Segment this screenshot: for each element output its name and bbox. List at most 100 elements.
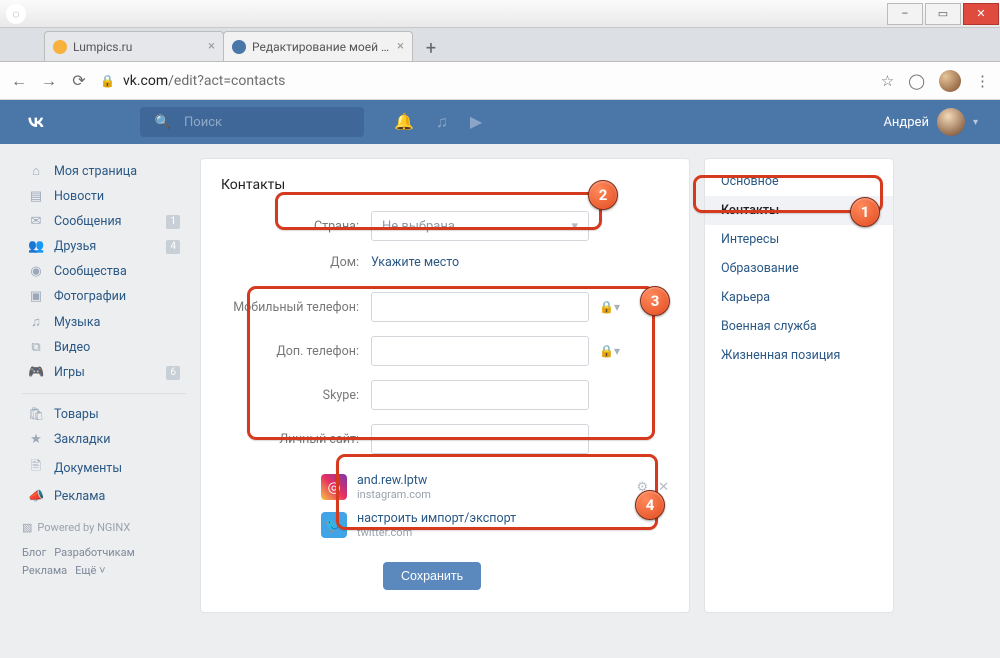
nav-video[interactable]: ⧉Видео (22, 335, 186, 360)
contacts-form-card: Контакты Страна: Не выбрана ▾ Дом: Укажи… (200, 158, 690, 613)
skype-input[interactable] (371, 380, 589, 410)
games-icon: 🎮 (28, 365, 44, 380)
website-input[interactable] (371, 424, 589, 454)
favicon-vk (232, 40, 246, 54)
messages-icon: ✉ (28, 214, 44, 229)
nav-games[interactable]: 🎮Игры6 (22, 360, 186, 385)
altphone-input[interactable] (371, 336, 589, 366)
nav-bookmarks[interactable]: ★Закладки (22, 427, 186, 452)
extension-icon[interactable]: ◯ (908, 72, 925, 90)
vk-search-box[interactable]: 🔍 Поиск (140, 107, 364, 137)
mobile-input[interactable] (371, 292, 589, 322)
new-tab-button[interactable]: + (418, 35, 444, 61)
app-icon: ◌ (6, 4, 26, 24)
country-select[interactable]: Не выбрана ▾ (371, 211, 589, 241)
country-select-value: Не выбрана (382, 219, 455, 234)
tab-close-icon[interactable]: × (397, 39, 404, 54)
badge: 4 (166, 240, 180, 254)
nav-docs[interactable]: 🖹Документы (22, 452, 186, 484)
server-icon: ▧ (22, 521, 32, 534)
instagram-domain: instagram.com (357, 488, 431, 501)
browser-menu-icon[interactable]: ⋮ (975, 72, 990, 90)
privacy-lock-icon[interactable]: 🔒▾ (599, 300, 620, 314)
vk-left-nav: ⌂Моя страница ▤Новости ✉Сообщения1 👥Друз… (22, 158, 186, 613)
footer-blog[interactable]: Блог (22, 546, 46, 559)
country-label: Страна: (221, 219, 371, 234)
bookmark-star-icon[interactable]: ☆ (881, 72, 894, 90)
tab-close-icon[interactable]: × (208, 39, 215, 54)
twitter-domain: twitter.com (357, 526, 516, 539)
remove-icon[interactable]: ✕ (658, 480, 669, 495)
altphone-label: Доп. телефон: (221, 344, 371, 359)
vk-page: 🔍 Поиск 🔔 ♫ ▶ Андрей ▾ ⌂Моя страница ▤Но… (0, 100, 1000, 658)
chevron-down-icon: ▾ (571, 219, 578, 234)
twitter-setup-link: настроить импорт/экспорт (357, 511, 516, 526)
bookmarks-icon: ★ (28, 432, 44, 447)
nav-market[interactable]: 🛍Товары (22, 402, 186, 427)
music-nav-icon: ♫ (28, 314, 44, 330)
linked-twitter[interactable]: 🐦 настроить импорт/экспорт twitter.com (321, 506, 669, 544)
favicon-lumpics (53, 40, 67, 54)
nav-forward-icon[interactable]: → (40, 71, 58, 91)
docs-icon: 🖹 (28, 457, 44, 479)
linked-instagram[interactable]: ◎ and.rew.lptw instagram.com ⚙ ✕ (321, 468, 669, 506)
linked-accounts: ◎ and.rew.lptw instagram.com ⚙ ✕ 🐦 настр… (321, 468, 669, 544)
annotation-bubble-1: 1 (850, 197, 880, 227)
nav-back-icon[interactable]: ← (10, 71, 28, 91)
vk-logo-icon[interactable] (22, 108, 50, 136)
video-icon: ⧉ (28, 340, 44, 355)
browser-tab-vk-edit[interactable]: Редактирование моей страниц × (223, 31, 413, 61)
section-life-position[interactable]: Жизненная позиция (705, 341, 893, 370)
photos-icon: ▣ (28, 289, 44, 304)
nav-ads[interactable]: 📣Реклама (22, 484, 186, 509)
annotation-bubble-3: 3 (640, 286, 670, 316)
annotation-bubble-2: 2 (588, 180, 618, 210)
profile-avatar-icon[interactable] (939, 70, 961, 92)
vk-user-menu[interactable]: Андрей ▾ (883, 108, 978, 136)
play-icon[interactable]: ▶ (470, 112, 482, 132)
footer-ads[interactable]: Реклама (22, 564, 67, 577)
notifications-icon[interactable]: 🔔 (394, 112, 414, 132)
save-button[interactable]: Сохранить (383, 562, 481, 590)
twitter-icon: 🐦 (321, 512, 347, 538)
section-education[interactable]: Образование (705, 254, 893, 283)
ads-icon: 📣 (28, 489, 44, 504)
browser-addressbar: ← → ⟳ 🔒 vk.com/edit?act=contacts ☆ ◯ ⋮ (0, 62, 1000, 100)
friends-icon: 👥 (28, 239, 44, 254)
omnibox[interactable]: 🔒 vk.com/edit?act=contacts (100, 73, 869, 89)
footer-links: Блог Разработчикам Реклама Ещё ˅ (22, 544, 186, 580)
nav-reload-icon[interactable]: ⟳ (70, 71, 88, 90)
instagram-icon: ◎ (321, 474, 347, 500)
url-text: vk.com/edit?act=contacts (123, 73, 285, 89)
nav-my-page[interactable]: ⌂Моя страница (22, 158, 186, 184)
nav-photos[interactable]: ▣Фотографии (22, 284, 186, 309)
section-career[interactable]: Карьера (705, 283, 893, 312)
search-icon: 🔍 (150, 109, 176, 135)
home-label: Дом: (221, 255, 371, 270)
nav-news[interactable]: ▤Новости (22, 184, 186, 209)
nav-messages[interactable]: ✉Сообщения1 (22, 209, 186, 234)
window-close-button[interactable] (963, 3, 999, 25)
tab-label: Редактирование моей страниц (252, 40, 391, 54)
music-icon[interactable]: ♫ (436, 112, 448, 132)
section-military[interactable]: Военная служба (705, 312, 893, 341)
badge: 1 (166, 215, 180, 229)
browser-tab-lumpics[interactable]: Lumpics.ru × (44, 31, 224, 61)
instagram-username: and.rew.lptw (357, 473, 431, 488)
mobile-label: Мобильный телефон: (221, 300, 371, 315)
nav-friends[interactable]: 👥Друзья4 (22, 234, 186, 259)
os-titlebar: ◌ (0, 0, 1000, 28)
chevron-down-icon: ▾ (973, 117, 978, 128)
nav-music[interactable]: ♫Музыка (22, 309, 186, 335)
footer-dev[interactable]: Разработчикам (54, 546, 135, 559)
privacy-lock-icon[interactable]: 🔒▾ (599, 344, 620, 358)
window-maximize-button[interactable] (925, 3, 961, 25)
home-link[interactable]: Укажите место (371, 255, 459, 270)
footer-more[interactable]: Ещё ˅ (75, 564, 105, 577)
search-placeholder: Поиск (184, 115, 222, 130)
nav-communities[interactable]: ◉Сообщества (22, 259, 186, 284)
badge: 6 (166, 366, 180, 380)
section-basic[interactable]: Основное (705, 167, 893, 196)
window-minimize-button[interactable] (887, 3, 923, 25)
section-interests[interactable]: Интересы (705, 225, 893, 254)
